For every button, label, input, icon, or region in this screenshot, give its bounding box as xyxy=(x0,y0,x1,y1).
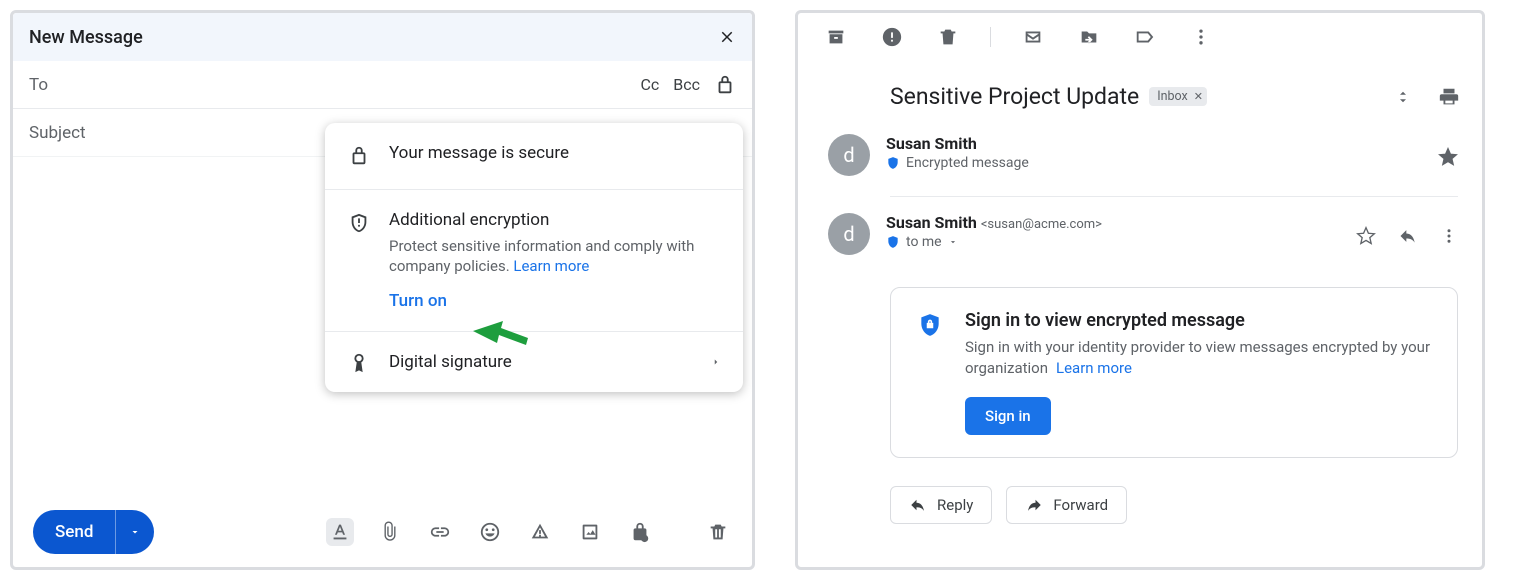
sender-name: Susan Smith xyxy=(886,134,1422,153)
send-button[interactable]: Send xyxy=(33,510,154,554)
compose-title: New Message xyxy=(29,27,143,48)
label-chip[interactable]: Inbox ✕ xyxy=(1149,87,1207,106)
star-icon[interactable] xyxy=(1438,147,1458,167)
popover-dsig-title: Digital signature xyxy=(389,352,512,372)
to-field-row[interactable]: To Cc Bcc xyxy=(13,61,752,109)
spam-icon[interactable] xyxy=(878,23,906,51)
avatar: d xyxy=(828,213,870,255)
popover-signature-row[interactable]: Digital signature xyxy=(325,332,743,392)
image-icon[interactable] xyxy=(576,518,604,546)
compose-header: New Message xyxy=(13,13,752,61)
compose-window: New Message To Cc Bcc Subject Your messa… xyxy=(10,10,755,570)
cc-link[interactable]: Cc xyxy=(640,75,659,94)
learn-more-link[interactable]: Learn more xyxy=(1056,359,1132,377)
send-options-dropdown[interactable] xyxy=(116,526,154,538)
reply-button[interactable]: Reply xyxy=(890,486,992,524)
forward-button[interactable]: Forward xyxy=(1006,486,1127,524)
star-icon[interactable] xyxy=(1356,226,1376,246)
chevron-down-icon[interactable] xyxy=(948,237,958,247)
encrypted-card-desc: Sign in with your identity provider to v… xyxy=(965,337,1431,379)
text-format-icon[interactable] xyxy=(326,518,354,546)
label-chip-text: Inbox xyxy=(1157,89,1188,104)
shield-icon xyxy=(347,210,371,234)
popover-secure-title: Your message is secure xyxy=(389,143,569,163)
label-remove-icon[interactable]: ✕ xyxy=(1194,90,1203,103)
encrypted-shield-icon xyxy=(886,235,900,249)
archive-icon[interactable] xyxy=(822,23,850,51)
message-expanded: d Susan Smith <susan@acme.com> to me xyxy=(798,203,1482,269)
turn-on-button[interactable]: Turn on xyxy=(389,291,721,311)
reply-forward-row: Reply Forward xyxy=(890,486,1482,524)
popover-secure-row: Your message is secure xyxy=(325,123,743,189)
badge-icon xyxy=(347,350,371,374)
message-collapsed[interactable]: d Susan Smith Encrypted message xyxy=(798,124,1482,190)
subject-line: Sensitive Project Update Inbox ✕ xyxy=(890,83,1482,110)
attach-icon[interactable] xyxy=(376,518,404,546)
reply-label: Reply xyxy=(937,496,973,514)
close-icon[interactable] xyxy=(718,28,736,46)
learn-more-link[interactable]: Learn more xyxy=(513,257,589,275)
confidential-icon[interactable] xyxy=(626,518,654,546)
emoji-icon[interactable] xyxy=(476,518,504,546)
print-icon[interactable] xyxy=(1438,86,1460,108)
mark-unread-icon[interactable] xyxy=(1019,23,1047,51)
expand-icon[interactable] xyxy=(1394,88,1412,106)
delete-icon[interactable] xyxy=(934,23,962,51)
sign-in-button[interactable]: Sign in xyxy=(965,397,1051,435)
send-button-label: Send xyxy=(33,522,115,542)
to-label: To xyxy=(29,75,48,95)
encrypted-shield-icon xyxy=(886,156,900,170)
encrypted-label: Encrypted message xyxy=(906,155,1029,171)
chevron-right-icon xyxy=(711,356,721,368)
toolbar-separator xyxy=(990,27,991,47)
message-subject: Sensitive Project Update xyxy=(890,83,1139,110)
encrypted-signin-card: Sign in to view encrypted message Sign i… xyxy=(890,287,1458,458)
forward-label: Forward xyxy=(1053,496,1108,514)
lock-icon[interactable] xyxy=(714,74,736,96)
move-icon[interactable] xyxy=(1075,23,1103,51)
compose-footer: Send xyxy=(13,497,752,567)
security-popover: Your message is secure Additional encryp… xyxy=(325,123,743,392)
compose-format-toolbar xyxy=(326,518,732,546)
encrypted-card-title: Sign in to view encrypted message xyxy=(965,310,1431,331)
sender-address: <susan@acme.com> xyxy=(981,217,1102,232)
sender-name: Susan Smith xyxy=(886,213,977,232)
lock-outline-icon xyxy=(347,143,371,167)
popover-enc-desc: Protect sensitive information and comply… xyxy=(389,236,721,277)
shield-filled-icon xyxy=(917,310,943,338)
popover-enc-title: Additional encryption xyxy=(389,210,721,230)
subject-placeholder: Subject xyxy=(29,123,86,143)
more-icon[interactable] xyxy=(1187,23,1215,51)
link-icon[interactable] xyxy=(426,518,454,546)
popover-encryption-row: Additional encryption Protect sensitive … xyxy=(325,190,743,331)
label-icon[interactable] xyxy=(1131,23,1159,51)
reply-icon[interactable] xyxy=(1398,226,1418,246)
drive-icon[interactable] xyxy=(526,518,554,546)
discard-icon[interactable] xyxy=(704,518,732,546)
message-toolbar xyxy=(798,13,1482,61)
message-view: Sensitive Project Update Inbox ✕ d Susan… xyxy=(795,10,1485,570)
more-icon[interactable] xyxy=(1440,227,1458,245)
avatar: d xyxy=(828,134,870,176)
bcc-link[interactable]: Bcc xyxy=(673,75,700,94)
recipient-summary[interactable]: to me xyxy=(906,234,942,250)
